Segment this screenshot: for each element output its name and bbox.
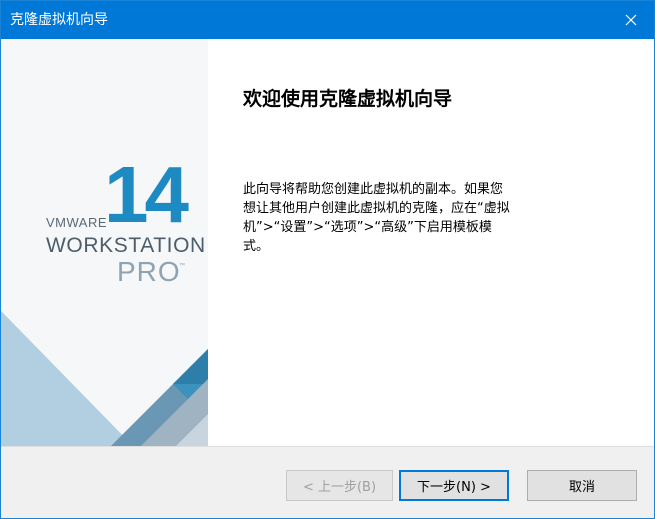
close-button[interactable] <box>608 1 654 39</box>
trademark-symbol: ™ <box>179 263 185 269</box>
next-button[interactable]: 下一步(N) > <box>399 470 509 501</box>
version-number: 14 <box>104 150 189 239</box>
window-title: 克隆虚拟机向导 <box>10 12 108 28</box>
clone-vm-wizard-window: 克隆虚拟机向导 14 VMWARE WORKSTATION PRO ™ 欢迎使用… <box>0 0 655 519</box>
edition-label: PRO <box>117 256 181 287</box>
wizard-description: 此向导将帮助您创建此虚拟机的副本。如果您想让其他用户创建此虚拟机的克隆，应在“虚… <box>243 182 510 254</box>
page-title: 欢迎使用克隆虚拟机向导 <box>243 88 453 110</box>
wizard-content: 欢迎使用克隆虚拟机向导 此向导将帮助您创建此虚拟机的副本。如果您想让其他用户创建… <box>208 39 654 446</box>
back-button[interactable]: < 上一步(B) <box>286 470 393 501</box>
cancel-button[interactable]: 取消 <box>527 470 637 501</box>
title-bar[interactable]: 克隆虚拟机向导 <box>1 1 654 39</box>
branding-panel: 14 VMWARE WORKSTATION PRO ™ <box>1 39 208 446</box>
product-name: WORKSTATION <box>46 234 206 257</box>
close-icon <box>625 14 637 26</box>
vmware-label: VMWARE <box>46 215 108 230</box>
button-bar: < 上一步(B) 下一步(N) > 取消 <box>1 446 654 518</box>
